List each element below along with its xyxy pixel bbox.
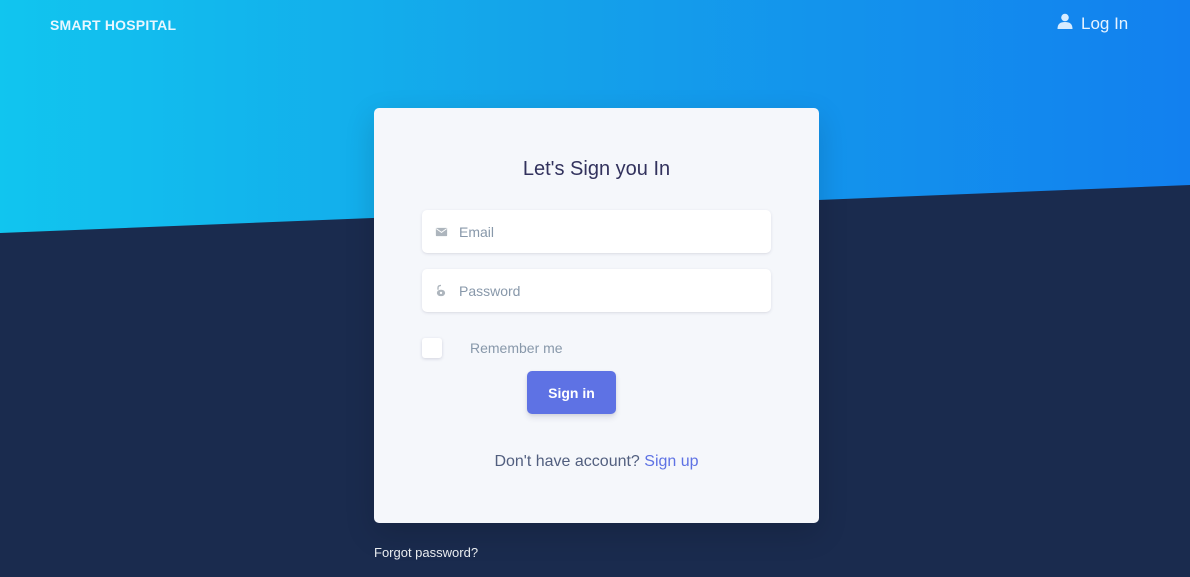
login-link[interactable]: Log In: [1057, 13, 1128, 34]
login-label: Log In: [1081, 13, 1129, 33]
envelope-icon: [433, 224, 449, 240]
card-title: Let's Sign you In: [522, 158, 671, 180]
user-icon: [1057, 13, 1073, 34]
brand-logo[interactable]: SMART HOSPITAL: [50, 17, 176, 33]
signup-row: Don't have account? Sign up: [374, 453, 819, 471]
password-input[interactable]: [459, 282, 759, 299]
signup-link[interactable]: Sign up: [644, 453, 698, 470]
email-field[interactable]: [422, 210, 771, 253]
no-account-text: Don't have account?: [494, 453, 640, 470]
remember-me-label[interactable]: Remember me: [470, 340, 563, 356]
lock-icon: [433, 283, 449, 299]
email-input[interactable]: [459, 223, 759, 240]
forgot-password-link[interactable]: Forgot password?: [374, 545, 478, 560]
remember-me-checkbox[interactable]: [422, 338, 442, 358]
password-field[interactable]: [422, 269, 771, 312]
signin-card: Let's Sign you In Remember me Sign in Do…: [374, 108, 819, 523]
signin-button[interactable]: Sign in: [527, 371, 616, 414]
remember-me-row: Remember me: [422, 338, 563, 358]
